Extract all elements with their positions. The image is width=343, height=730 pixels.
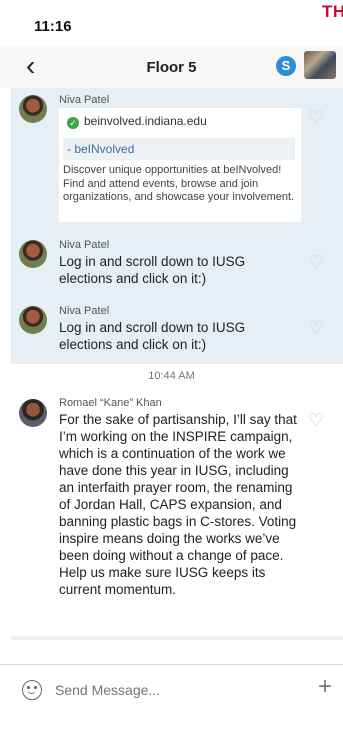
link-description: Discover unique opportunities at beINvol… <box>63 164 295 203</box>
heart-outline-icon[interactable]: ♡ <box>308 253 324 271</box>
check-circle-icon: ✓ <box>67 117 79 129</box>
avatar[interactable] <box>19 306 47 334</box>
status-bar: 11:16 TH <box>0 0 343 46</box>
link-title[interactable]: - beINvolved <box>63 138 295 160</box>
link-host: ✓ beinvolved.indiana.edu <box>67 114 207 129</box>
timestamp: 10:44 AM <box>148 370 195 382</box>
message-sender: Niva Patel <box>59 94 110 106</box>
message-text: For the sake of partisanship, I’ll say t… <box>59 412 297 597</box>
heart-outline-icon[interactable]: ♡ <box>308 108 324 126</box>
message-sender: Romael “Kane” Khan <box>59 397 162 409</box>
banner-text: TH <box>322 2 343 21</box>
message-sender: Niva Patel <box>59 305 110 317</box>
chat-header: ‹ Floor 5 S <box>0 46 343 88</box>
message-text: Log in and scroll down to IUSG elections… <box>59 254 246 286</box>
message-input[interactable] <box>55 682 275 698</box>
avatar[interactable] <box>19 95 47 123</box>
status-time: 11:16 <box>34 18 72 35</box>
message-text: Log in and scroll down to IUSG elections… <box>59 320 246 352</box>
link-preview-card[interactable]: ✓ beinvolved.indiana.edu - beINvolved Dis… <box>59 108 301 222</box>
message-sender: Niva Patel <box>59 239 110 251</box>
avatar[interactable] <box>19 240 47 268</box>
divider <box>11 636 343 640</box>
group-avatar[interactable] <box>304 51 336 79</box>
avatar[interactable] <box>19 399 47 427</box>
heart-outline-icon[interactable]: ♡ <box>308 411 324 429</box>
plus-icon[interactable]: + <box>318 675 332 699</box>
skype-icon[interactable]: S <box>276 56 296 76</box>
heart-outline-icon[interactable]: ♡ <box>308 319 324 337</box>
message-composer: + <box>0 664 343 717</box>
smiley-icon[interactable] <box>22 680 42 700</box>
